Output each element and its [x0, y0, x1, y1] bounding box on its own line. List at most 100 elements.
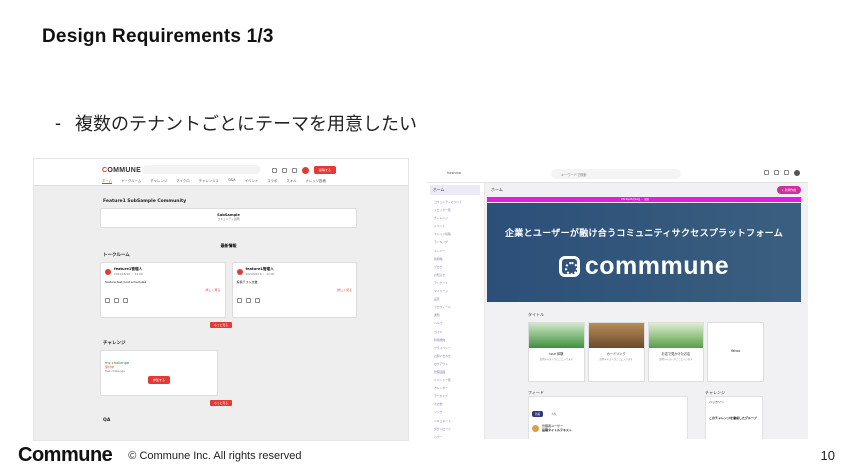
comment-icon[interactable]	[123, 298, 128, 303]
sidebar-item[interactable]: ヘルプ	[430, 319, 484, 327]
footer: Commune © Commune Inc. All rights reserv…	[18, 444, 301, 467]
page-number: 10	[820, 448, 835, 463]
sidebar-item[interactable]: アンケート	[430, 279, 484, 287]
sidebar-item[interactable]: イベント	[430, 222, 484, 230]
search-icon[interactable]	[784, 170, 789, 175]
s2-challenge-item[interactable]: ハッカソン	[709, 400, 759, 404]
s1-nav-item[interactable]: コラボ	[267, 178, 277, 184]
sidebar-item[interactable]: ブログ	[430, 263, 484, 271]
bell-icon[interactable]	[272, 167, 277, 173]
leaf-image	[648, 323, 704, 348]
comment-icon[interactable]	[254, 298, 260, 303]
s2-pink-bar-text: 2022年06月16日 ・ 更新	[621, 198, 650, 201]
s1-community-card[interactable]: SubSample コミュニティ説明	[100, 208, 357, 228]
s2-brand[interactable]: hoshino	[447, 171, 461, 175]
like-icon[interactable]	[105, 298, 110, 303]
s1-nav-item[interactable]: ナレッジ投稿	[306, 178, 326, 184]
s2-post-button[interactable]: + 新規作成	[776, 186, 801, 194]
s1-challenge-heading: チャレンジ	[103, 341, 126, 346]
s2-challenge-item[interactable]: このチャレンジを達成したグループ	[709, 416, 759, 420]
s2-tile[interactable]: お店で見かけたお店 説明テキストがここに入ります	[647, 322, 705, 382]
sidebar-item[interactable]: ナレッジ投稿	[430, 230, 484, 238]
footer-copyright: © Commune Inc. All rights reserved	[128, 449, 302, 462]
s1-post-link[interactable]: 詳しく見る	[105, 288, 220, 292]
sidebar-item[interactable]: 利用規約	[430, 336, 484, 344]
sidebar-item[interactable]: チャレンジ	[430, 214, 484, 222]
s1-header-icons: 投稿する	[272, 166, 337, 174]
sidebar-item[interactable]: コミュニティについて	[430, 198, 484, 206]
s2-tile[interactable]: Yahoo	[707, 322, 764, 382]
s2-search-input[interactable]: キーワードで検索	[551, 169, 681, 179]
sidebar-item[interactable]: 質問箱	[430, 255, 484, 263]
s1-more-button[interactable]: もっと見る	[210, 400, 232, 406]
animal-image	[588, 323, 644, 348]
s1-challenge-card[interactable]: my challenge 受付中 Test challenge 参加する	[100, 350, 218, 396]
bookmark-icon[interactable]	[245, 298, 251, 303]
sidebar-item[interactable]: 設定	[430, 295, 484, 303]
s1-post-meta: 2022/06/16 ・ 12:00	[114, 272, 143, 276]
sidebar-item[interactable]: バナー	[430, 433, 484, 439]
s1-post-card[interactable]: feature1管理人 2022/06/16 ・ 12:00 投稿テスト文章 詳…	[231, 262, 357, 318]
s2-tile-sub: 説明テキストがここに入ります	[659, 358, 693, 361]
s1-post-link[interactable]: 詳しく見る	[237, 288, 352, 292]
bookmark-icon[interactable]	[282, 167, 287, 173]
like-icon[interactable]	[236, 298, 242, 303]
sidebar-item[interactable]: ガイド	[430, 328, 484, 336]
sidebar-item[interactable]: ログアウト	[430, 360, 484, 368]
s2-header-icons	[764, 170, 800, 176]
bookmark-icon[interactable]	[114, 298, 119, 303]
sidebar-item[interactable]: お問い合わせ	[430, 352, 484, 360]
footer-logo: Commune	[18, 444, 113, 466]
s1-nav-item[interactable]: ホーム	[102, 178, 113, 184]
s2-tile[interactable]: カードリンク 説明テキストがここに入ります	[587, 322, 645, 382]
sidebar-item[interactable]: アーカイブ	[430, 392, 484, 400]
bell-icon[interactable]	[764, 170, 769, 175]
bookmark-icon[interactable]	[774, 170, 779, 175]
s2-banner-tagline: 企業とユーザーが融け合うコミュニティサクセスプラットフォーム	[504, 229, 783, 239]
s1-challenge-join-button[interactable]: 参加する	[147, 376, 170, 384]
sidebar-item[interactable]: ダウンロード	[430, 425, 484, 433]
sidebar-item[interactable]: マイページ	[430, 287, 484, 295]
s1-post-button[interactable]: 投稿する	[314, 166, 337, 174]
sidebar-item[interactable]: 通知	[430, 311, 484, 319]
s2-challenge-card[interactable]: ハッカソン このチャレンジを達成したグループ	[705, 396, 763, 439]
sidebar-item[interactable]: トピック一覧	[430, 206, 484, 214]
sidebar-item[interactable]: カレンダー	[430, 384, 484, 392]
s1-post-row: feature1管理人 2022/06/16 ・ 12:00 feature t…	[100, 262, 357, 318]
sidebar-item[interactable]: メンバー	[430, 247, 484, 255]
s2-feed-tab[interactable]: 人気	[551, 413, 556, 416]
sidebar-item[interactable]: プライバシー	[430, 344, 484, 352]
s2-feed-tab[interactable]: 新着	[532, 411, 544, 417]
avatar[interactable]	[302, 166, 309, 174]
s2-banner-brand: commmune	[487, 252, 801, 281]
s1-post-actions	[105, 298, 221, 303]
s1-search-input[interactable]	[142, 165, 260, 174]
sidebar-item[interactable]: イベント一覧	[430, 376, 484, 384]
sidebar-item[interactable]: 管理画面	[430, 368, 484, 376]
s1-nav-item[interactable]: マイクロ	[176, 178, 190, 184]
s1-nav-item[interactable]: Q&A	[228, 178, 236, 184]
s2-tile-label: カードリンク	[606, 352, 626, 356]
s1-nav-item[interactable]: イベント	[245, 178, 259, 184]
s1-nav-item[interactable]: チャレンジ２	[199, 178, 219, 184]
sidebar-item[interactable]: その他	[430, 400, 484, 408]
sidebar-item[interactable]: プロフィール	[430, 303, 484, 311]
sidebar-item[interactable]: お知らせ	[430, 271, 484, 279]
s2-sidebar-home[interactable]: ホーム	[430, 185, 480, 195]
s1-nav: ホーム トークルーム チャレンジ マイクロ チャレンジ２ Q&A イベント コラ…	[102, 178, 326, 184]
s1-nav-item[interactable]: スキル	[286, 178, 296, 184]
slide: Design Requirements 1/3 - 複数のテナントごとにテーマを…	[0, 0, 849, 474]
s1-post-card[interactable]: feature1管理人 2022/06/16 ・ 12:00 feature t…	[100, 262, 226, 318]
avatar[interactable]	[794, 170, 800, 176]
s2-tile[interactable]: tour 体験 説明テキストがここに入ります	[528, 322, 585, 382]
s1-nav-item[interactable]: チャレンジ	[150, 178, 167, 184]
sidebar-item[interactable]: リンク	[430, 408, 484, 416]
s1-logo: COMMUNE	[102, 167, 142, 174]
sidebar-item[interactable]: ランキング	[430, 238, 484, 246]
s2-sidebar: ホーム コミュニティについて トピック一覧 チャレンジ イベント ナレッジ投稿 ランキング…	[427, 183, 485, 439]
s1-nav-item[interactable]: トークルーム	[121, 178, 141, 184]
message-icon[interactable]	[292, 167, 297, 173]
sidebar-item[interactable]: ドキュメント	[430, 417, 484, 425]
s1-challenge-desc: Test challenge	[105, 369, 125, 373]
s1-more-button[interactable]: もっと見る	[210, 322, 232, 328]
